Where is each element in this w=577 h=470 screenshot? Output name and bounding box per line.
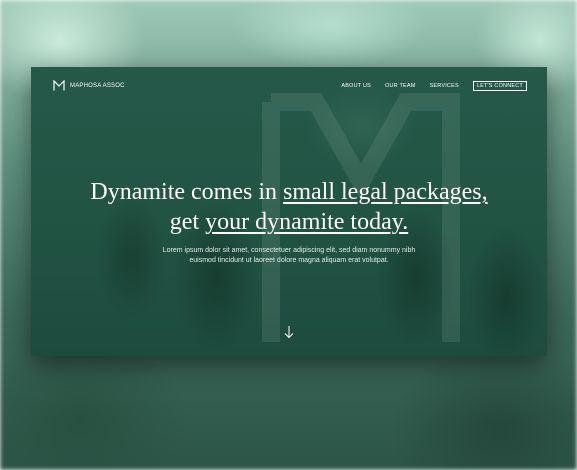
website-preview: MAPHOSA ASSOC ABOUT US OUR TEAM SERVICES…	[31, 67, 547, 356]
headline-line1-text: Dynamite comes in	[90, 179, 284, 205]
brand-logo[interactable]: MAPHOSA ASSOC	[53, 80, 125, 91]
hero-headline: Dynamite comes in small legal packages, …	[31, 177, 547, 237]
arrow-down-icon[interactable]	[283, 325, 295, 339]
nav-item-services[interactable]: SERVICES	[430, 83, 459, 89]
nav-menu: ABOUT US OUR TEAM SERVICES LET'S CONNECT	[327, 81, 527, 91]
headline-line1-highlight: small legal packages,	[283, 179, 488, 205]
hero-section: Dynamite comes in small legal packages, …	[31, 177, 547, 265]
brand-name: MAPHOSA ASSOC	[70, 82, 125, 89]
headline-line2-text: get	[169, 209, 206, 235]
hero-description: Lorem ipsum dolor sit amet, consectetuer…	[162, 247, 416, 264]
lets-connect-button[interactable]: LET'S CONNECT	[472, 81, 527, 91]
nav-item-about-us[interactable]: ABOUT US	[341, 83, 371, 89]
nav-item-our-team[interactable]: OUR TEAM	[385, 83, 416, 89]
headline-line2-highlight: your dynamite today.	[205, 209, 409, 235]
top-navigation: MAPHOSA ASSOC ABOUT US OUR TEAM SERVICES…	[31, 67, 547, 107]
m-logo-icon	[53, 80, 65, 91]
